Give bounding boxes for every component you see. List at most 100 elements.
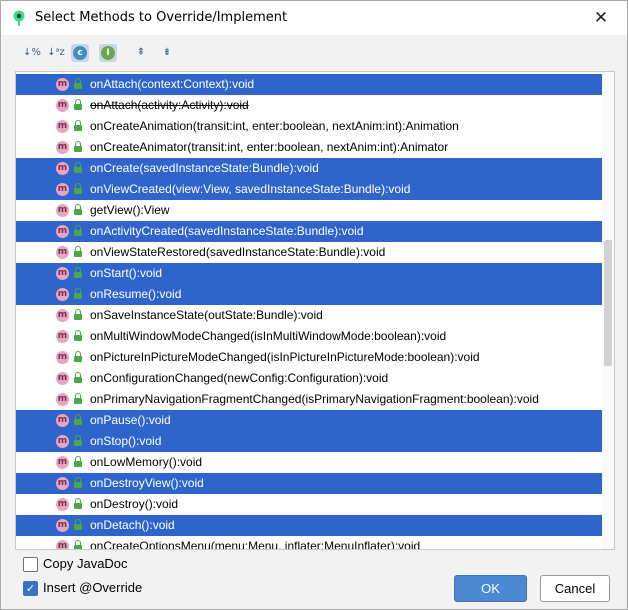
- method-list[interactable]: m onAttach(context:Context):void m onAttach…: [15, 71, 615, 550]
- copy-javadoc-label: Copy JavaDoc: [43, 556, 128, 571]
- public-lock-icon: [74, 78, 82, 90]
- method-icon: m: [56, 393, 69, 406]
- collapse-all-button[interactable]: ⇟: [158, 44, 176, 62]
- title-bar[interactable]: Select Methods to Override/Implement ✕: [1, 1, 627, 35]
- method-signature: onViewCreated(view:View, savedInstanceSt…: [90, 182, 411, 196]
- public-lock-icon: [74, 435, 82, 447]
- method-icon: m: [56, 204, 69, 217]
- method-icon: m: [56, 351, 69, 364]
- method-signature: onDestroy():void: [90, 497, 179, 511]
- method-icon: m: [56, 162, 69, 175]
- method-signature: onStop():void: [90, 434, 162, 448]
- method-row[interactable]: m onDetach():void: [16, 515, 614, 536]
- insert-override-checkbox[interactable]: ✓: [23, 581, 38, 596]
- method-icon: m: [56, 183, 69, 196]
- method-signature: getView():View: [90, 203, 170, 217]
- public-lock-icon: [74, 498, 82, 510]
- method-row[interactable]: m onStart():void: [16, 263, 614, 284]
- method-signature: onConfigurationChanged(newConfig:Configu…: [90, 371, 389, 385]
- method-row[interactable]: m onCreateOptionsMenu(menu:Menu, inflater…: [16, 536, 614, 549]
- insert-override-label: Insert @Override: [43, 580, 143, 595]
- method-row[interactable]: m onViewCreated(view:View, savedInstanceS…: [16, 179, 614, 200]
- method-signature: onCreate(savedInstanceState:Bundle):void: [90, 161, 319, 175]
- method-icon: m: [56, 225, 69, 238]
- scrollbar[interactable]: [602, 72, 614, 549]
- public-lock-icon: [74, 393, 82, 405]
- expand-all-button[interactable]: ⇞: [132, 44, 150, 62]
- method-icon: m: [56, 414, 69, 427]
- method-signature: onLowMemory():void: [90, 455, 203, 469]
- public-lock-icon: [74, 351, 82, 363]
- method-row[interactable]: m onCreateAnimation(transit:int, enter:bo…: [16, 116, 614, 137]
- sort-alphabetically-button[interactable]: ↓ᵃz: [47, 44, 65, 62]
- public-lock-icon: [74, 540, 82, 549]
- method-icon: m: [56, 120, 69, 133]
- public-lock-icon: [74, 267, 82, 279]
- public-lock-icon: [74, 141, 82, 153]
- method-icon: m: [56, 477, 69, 490]
- method-row[interactable]: m onResume():void: [16, 284, 614, 305]
- public-lock-icon: [74, 519, 82, 531]
- collapse-all-icon: ⇟: [162, 47, 172, 58]
- method-row[interactable]: m onLowMemory():void: [16, 452, 614, 473]
- method-row[interactable]: m onCreate(savedInstanceState:Bundle):voi…: [16, 158, 614, 179]
- show-interfaces-button[interactable]: I: [99, 44, 117, 62]
- copy-javadoc-checkbox[interactable]: [23, 557, 38, 572]
- method-icon: m: [56, 456, 69, 469]
- method-row[interactable]: m getView():View: [16, 200, 614, 221]
- method-row[interactable]: m onMultiWindowModeChanged(isInMultiWindo…: [16, 326, 614, 347]
- method-signature: onAttach(activity:Activity):void: [90, 98, 249, 112]
- method-row[interactable]: m onAttach(activity:Activity):void: [16, 95, 614, 116]
- method-signature: onCreateAnimator(transit:int, enter:bool…: [90, 140, 449, 154]
- method-icon: m: [56, 141, 69, 154]
- method-row[interactable]: m onDestroy():void: [16, 494, 614, 515]
- method-signature: onDestroyView():void: [90, 476, 204, 490]
- scrollbar-thumb[interactable]: [604, 240, 612, 366]
- method-signature: onDetach():void: [90, 518, 175, 532]
- sort-alphabetically-icon: ↓ᵃz: [47, 47, 65, 58]
- show-classes-button[interactable]: c: [71, 44, 89, 62]
- method-row[interactable]: m onSaveInstanceState(outState:Bundle):vo…: [16, 305, 614, 326]
- method-icon: m: [56, 372, 69, 385]
- dialog-title: Select Methods to Override/Implement: [35, 10, 288, 25]
- method-signature: onMultiWindowModeChanged(isInMultiWindow…: [90, 329, 447, 343]
- method-row[interactable]: m onPause():void: [16, 410, 614, 431]
- method-signature: onViewStateRestored(savedInstanceState:B…: [90, 245, 386, 259]
- public-lock-icon: [74, 120, 82, 132]
- public-lock-icon: [74, 456, 82, 468]
- show-interfaces-icon: I: [101, 46, 115, 60]
- method-icon: m: [56, 267, 69, 280]
- sort-by-percent-button[interactable]: ↓%: [23, 44, 41, 62]
- method-signature: onAttach(context:Context):void: [90, 77, 255, 91]
- method-row[interactable]: m onPictureInPictureModeChanged(isInPictu…: [16, 347, 614, 368]
- method-icon: m: [56, 99, 69, 112]
- public-lock-icon: [74, 162, 82, 174]
- public-lock-icon: [74, 477, 82, 489]
- method-signature: onPause():void: [90, 413, 171, 427]
- show-classes-icon: c: [73, 46, 87, 60]
- public-lock-icon: [74, 225, 82, 237]
- method-row[interactable]: m onActivityCreated(savedInstanceState:Bu…: [16, 221, 614, 242]
- public-lock-icon: [74, 99, 82, 111]
- method-row[interactable]: m onDestroyView():void: [16, 473, 614, 494]
- method-signature: onPrimaryNavigationFragmentChanged(isPri…: [90, 392, 539, 406]
- close-button[interactable]: ✕: [590, 7, 612, 29]
- method-row[interactable]: m onViewStateRestored(savedInstanceState:…: [16, 242, 614, 263]
- public-lock-icon: [74, 414, 82, 426]
- ok-button[interactable]: OK: [454, 575, 527, 602]
- method-signature: onStart():void: [90, 266, 163, 280]
- method-signature: onSaveInstanceState(outState:Bundle):voi…: [90, 308, 323, 322]
- method-icon: m: [56, 78, 69, 91]
- method-row[interactable]: m onPrimaryNavigationFragmentChanged(isPr…: [16, 389, 614, 410]
- public-lock-icon: [74, 372, 82, 384]
- method-icon: m: [56, 498, 69, 511]
- public-lock-icon: [74, 330, 82, 342]
- method-icon: m: [56, 519, 69, 532]
- method-icon: m: [56, 309, 69, 322]
- method-row[interactable]: m onStop():void: [16, 431, 614, 452]
- method-row[interactable]: m onCreateAnimator(transit:int, enter:boo…: [16, 137, 614, 158]
- method-row[interactable]: m onConfigurationChanged(newConfig:Config…: [16, 368, 614, 389]
- override-methods-dialog: Select Methods to Override/Implement ✕ ↓…: [0, 0, 628, 610]
- cancel-button[interactable]: Cancel: [540, 575, 610, 602]
- method-row[interactable]: m onAttach(context:Context):void: [16, 74, 614, 95]
